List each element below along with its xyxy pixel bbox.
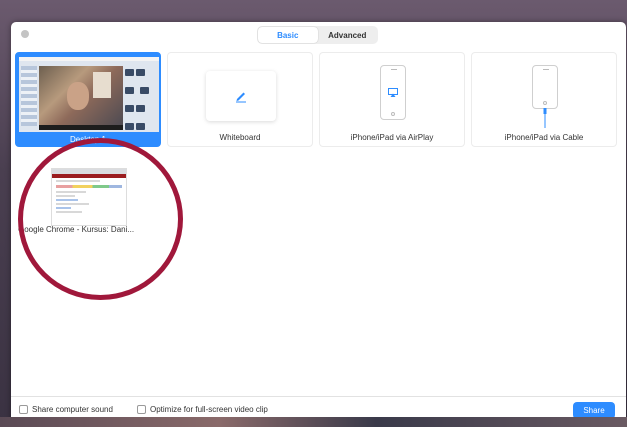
video-preview — [39, 66, 123, 126]
mode-segmented-control: Basic Advanced — [257, 26, 378, 44]
tab-advanced[interactable]: Advanced — [318, 27, 378, 43]
source-desktop-1[interactable]: Desktop 1 — [15, 52, 161, 147]
desktop-background-strip — [0, 417, 627, 427]
tab-basic[interactable]: Basic — [258, 27, 318, 43]
source-chrome-window[interactable]: Google Chrome - Kursus: Dani... — [15, 152, 161, 247]
window-close-dot[interactable] — [21, 30, 29, 38]
airplay-icon — [388, 88, 398, 97]
phone-preview — [380, 65, 406, 120]
source-cable[interactable]: iPhone/iPad via Cable — [471, 52, 617, 147]
optimize-video-label: Optimize for full-screen video clip — [150, 405, 268, 414]
optimize-video-checkbox[interactable] — [137, 405, 146, 414]
share-sound-label: Share computer sound — [32, 405, 113, 414]
whiteboard-preview — [206, 71, 276, 121]
source-label: Whiteboard — [219, 133, 261, 142]
source-label: iPhone/iPad via AirPlay — [350, 133, 434, 142]
source-whiteboard[interactable]: Whiteboard — [167, 52, 313, 147]
cable-icon — [543, 108, 547, 128]
chrome-thumbnail — [51, 168, 127, 226]
optimize-video-option[interactable]: Optimize for full-screen video clip — [137, 405, 268, 414]
desktop-thumbnail — [19, 57, 159, 132]
source-label: iPhone/iPad via Cable — [504, 133, 584, 142]
share-sound-option[interactable]: Share computer sound — [19, 405, 113, 414]
phone-preview — [532, 65, 558, 109]
source-label: Google Chrome - Kursus: Dani... — [18, 225, 135, 234]
source-label: Desktop 1 — [69, 135, 107, 144]
share-screen-window: Basic Advanced Desktop 1 Whiteboard iPho… — [11, 22, 626, 424]
pencil-icon — [236, 92, 246, 103]
source-airplay[interactable]: iPhone/iPad via AirPlay — [319, 52, 465, 147]
title-bar: Basic Advanced — [11, 22, 626, 48]
share-sound-checkbox[interactable] — [19, 405, 28, 414]
